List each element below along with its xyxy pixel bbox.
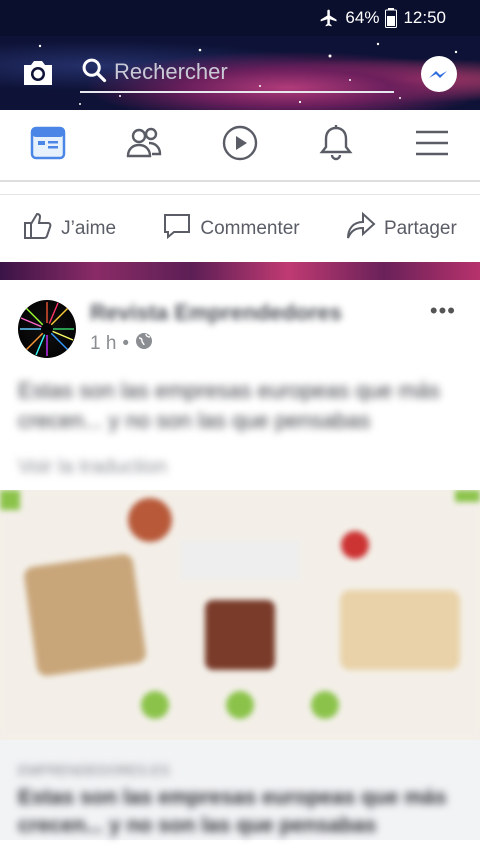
- battery-icon: [385, 8, 398, 28]
- camera-icon[interactable]: [20, 55, 56, 91]
- tab-news-feed[interactable]: [18, 115, 78, 175]
- page-avatar[interactable]: [18, 300, 76, 358]
- post-actions: J’aime Commenter Partager: [0, 194, 480, 262]
- link-preview-image[interactable]: [0, 490, 480, 740]
- news-feed-icon: [30, 125, 66, 166]
- post-time: 1 h: [90, 333, 117, 354]
- share-button[interactable]: Partager: [346, 211, 457, 247]
- comment-label: Commenter: [200, 217, 300, 239]
- more-options-icon[interactable]: •••: [430, 298, 456, 324]
- like-button[interactable]: J’aime: [23, 211, 116, 247]
- comment-button[interactable]: Commenter: [162, 211, 300, 247]
- tab-friends[interactable]: [114, 115, 174, 175]
- like-label: J’aime: [61, 217, 117, 239]
- tab-notifications[interactable]: [306, 115, 366, 175]
- thumbs-up-icon: [23, 211, 53, 247]
- globe-icon: [135, 332, 153, 356]
- main-nav-tabs: [0, 110, 480, 182]
- post-text: Estas son las empresas europeas que más …: [18, 378, 440, 433]
- link-domain: EMPRENDEDORES.ES: [18, 762, 170, 778]
- search-placeholder: Rechercher: [114, 59, 228, 84]
- comment-icon: [162, 211, 192, 247]
- link-title: Estas son las empresas europeas que más …: [18, 786, 447, 837]
- battery-percent: 64%: [345, 8, 380, 27]
- separator-dot: •: [122, 333, 130, 354]
- friends-icon: [125, 125, 163, 166]
- top-header: Rechercher: [0, 36, 480, 110]
- search-bar[interactable]: Rechercher: [80, 53, 394, 93]
- tab-watch[interactable]: [210, 115, 270, 175]
- share-label: Partager: [383, 217, 457, 239]
- airplane-mode-icon: [319, 8, 339, 28]
- share-icon: [346, 211, 376, 247]
- status-bar: 64% 12:50: [0, 0, 480, 36]
- post-meta: 1 h •: [90, 332, 153, 356]
- notifications-icon: [318, 124, 354, 167]
- clock: 12:50: [403, 8, 446, 27]
- see-translation-link[interactable]: Voir la traduction: [18, 456, 167, 479]
- watch-icon: [221, 124, 259, 167]
- cover-strip: [0, 262, 480, 280]
- menu-icon: [415, 129, 449, 162]
- messenger-icon[interactable]: [420, 55, 458, 93]
- link-preview-card[interactable]: EMPRENDEDORES.ES Estas son las empresas …: [0, 740, 480, 840]
- search-icon: [80, 56, 108, 89]
- post-author[interactable]: Revista Emprendedores: [90, 300, 342, 326]
- feed-post: Revista Emprendedores 1 h • ••• Estas so…: [0, 280, 480, 854]
- tab-menu[interactable]: [402, 115, 462, 175]
